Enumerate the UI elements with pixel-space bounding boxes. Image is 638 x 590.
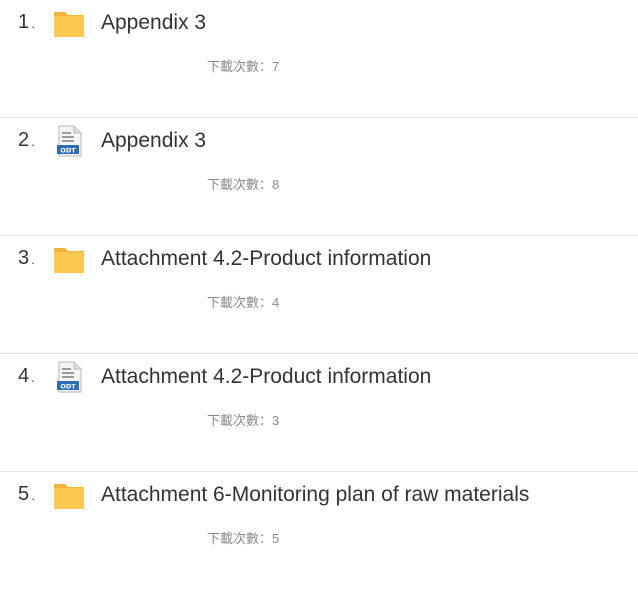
folder-icon[interactable] [52,6,86,40]
download-count: 下載次數：7 [207,56,279,75]
separator: ： [259,531,273,546]
item-title-link[interactable]: Appendix 3 [101,10,206,36]
list-item: 1. Appendix 3 下載次數：7 [0,0,638,118]
separator: ： [259,295,273,310]
download-count-value: 7 [272,59,280,74]
download-count-value: 4 [272,295,280,310]
item-title-link[interactable]: Attachment 6-Monitoring plan of raw mate… [101,482,529,508]
separator: ： [259,177,273,192]
item-index: 1. [18,11,36,33]
list-item: 5. Attachment 6-Monitoring plan of raw m… [0,472,638,590]
download-count-label: 下載次數 [207,177,260,192]
download-count-label: 下載次數 [207,59,260,74]
folder-icon[interactable] [52,478,86,512]
item-index: 4. [18,365,36,387]
download-count-label: 下載次數 [207,531,260,546]
item-title-link[interactable]: Attachment 4.2-Product information [101,364,431,390]
download-count-label: 下載次數 [207,295,260,310]
item-index: 3. [18,247,36,269]
download-count: 下載次數：8 [207,174,279,193]
download-count: 下載次數：5 [207,528,279,547]
download-count: 下載次數：3 [207,410,279,429]
file-list: 1. Appendix 3 下載次數：7 2. Appendix 3 下載次數：… [0,0,638,590]
separator: ： [259,59,273,74]
item-title-link[interactable]: Attachment 4.2-Product information [101,246,431,272]
odt-file-icon[interactable] [52,124,86,158]
list-item: 2. Appendix 3 下載次數：8 [0,118,638,236]
folder-icon[interactable] [52,242,86,276]
odt-file-icon[interactable] [52,360,86,394]
item-index: 2. [18,129,36,151]
item-title-link[interactable]: Appendix 3 [101,128,206,154]
download-count-value: 8 [272,177,280,192]
download-count: 下載次數：4 [207,292,279,311]
list-item: 4. Attachment 4.2-Product information 下載… [0,354,638,472]
separator: ： [259,413,273,428]
download-count-value: 3 [272,413,280,428]
item-index: 5. [18,483,36,505]
list-item: 3. Attachment 4.2-Product information 下載… [0,236,638,354]
download-count-value: 5 [272,531,280,546]
download-count-label: 下載次數 [207,413,260,428]
